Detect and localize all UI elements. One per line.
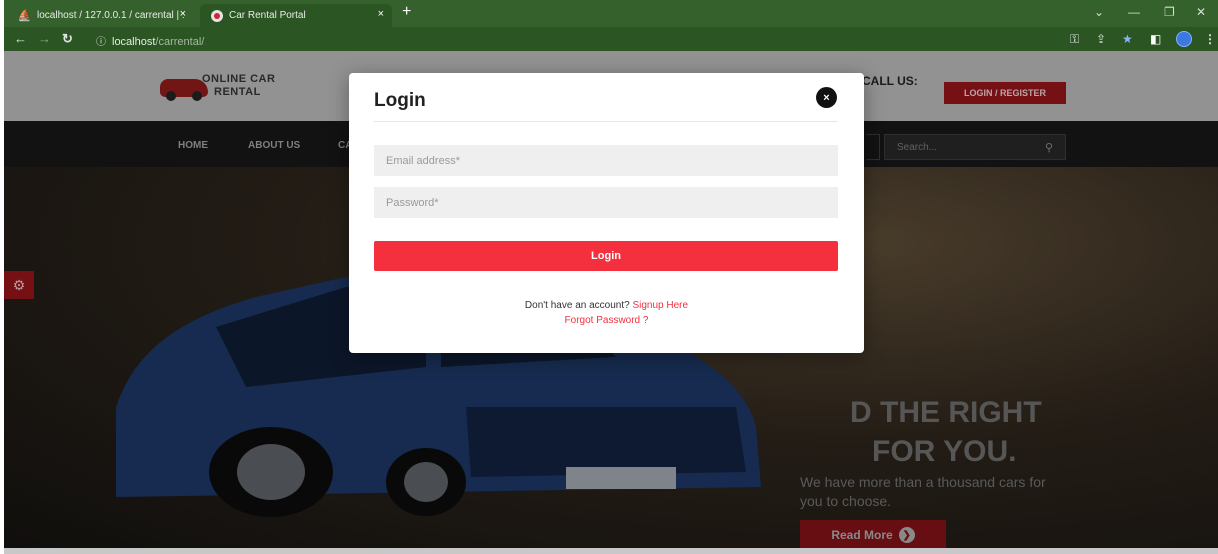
browser-address-bar: ← → ↻ ⓘ localhost/carrental/ ⚿ ⇪ ★ ◧ ⋮ (4, 27, 1218, 51)
restore-icon[interactable]: ❐ (1164, 5, 1175, 19)
url-field[interactable]: ⓘ localhost/carrental/ (96, 33, 204, 48)
tab-title: localhost / 127.0.0.1 / carrental | : (37, 10, 185, 21)
minimize-icon[interactable]: — (1128, 5, 1140, 19)
signup-prompt-text: Don't have an account? (524, 300, 630, 311)
new-tab-button[interactable]: + (402, 3, 411, 21)
key-icon[interactable]: ⚿ (1070, 32, 1079, 47)
bookmark-star-icon[interactable]: ★ (1122, 32, 1133, 46)
url-host: localhost (112, 36, 156, 48)
modal-title: Login (374, 90, 426, 111)
back-arrow-icon[interactable]: ← (14, 31, 27, 46)
tab-close-icon[interactable]: × (180, 8, 186, 20)
forgot-password-link[interactable]: Forgot Password ? (349, 315, 864, 326)
signup-link[interactable]: Signup Here (632, 300, 688, 311)
login-modal: Login × Login Don't have an account? Sig… (349, 73, 864, 353)
login-button[interactable]: Login (374, 241, 838, 271)
tab-search-chevron-icon[interactable]: ⌄ (1094, 5, 1104, 19)
car-favicon (210, 9, 223, 22)
email-field[interactable] (374, 145, 838, 176)
browser-tab-bar: ⛵ localhost / 127.0.0.1 / carrental | : … (4, 0, 1218, 27)
modal-divider (374, 121, 838, 122)
profile-avatar[interactable] (1176, 31, 1192, 47)
phpmyadmin-icon: ⛵ (17, 10, 32, 22)
password-field[interactable] (374, 187, 838, 218)
close-window-icon[interactable]: ✕ (1196, 5, 1206, 19)
url-path: /carrental/ (155, 36, 205, 48)
side-panel-icon[interactable]: ◧ (1150, 32, 1161, 46)
tab-phpmyadmin[interactable]: ⛵ localhost / 127.0.0.1 / carrental | : … (8, 4, 194, 27)
share-icon[interactable]: ⇪ (1096, 32, 1106, 46)
page-bottom-strip (4, 548, 1218, 554)
tab-car-rental[interactable]: Car Rental Portal × (200, 4, 392, 27)
forward-arrow-icon[interactable]: → (38, 31, 51, 46)
signup-prompt: Don't have an account? Signup Here (349, 300, 864, 311)
tab-close-icon[interactable]: × (378, 8, 384, 20)
reload-icon[interactable]: ↻ (62, 31, 73, 47)
tab-title: Car Rental Portal (229, 10, 306, 21)
close-icon[interactable]: × (816, 87, 837, 108)
menu-kebab-icon[interactable]: ⋮ (1204, 32, 1216, 46)
site-info-icon[interactable]: ⓘ (96, 37, 106, 48)
